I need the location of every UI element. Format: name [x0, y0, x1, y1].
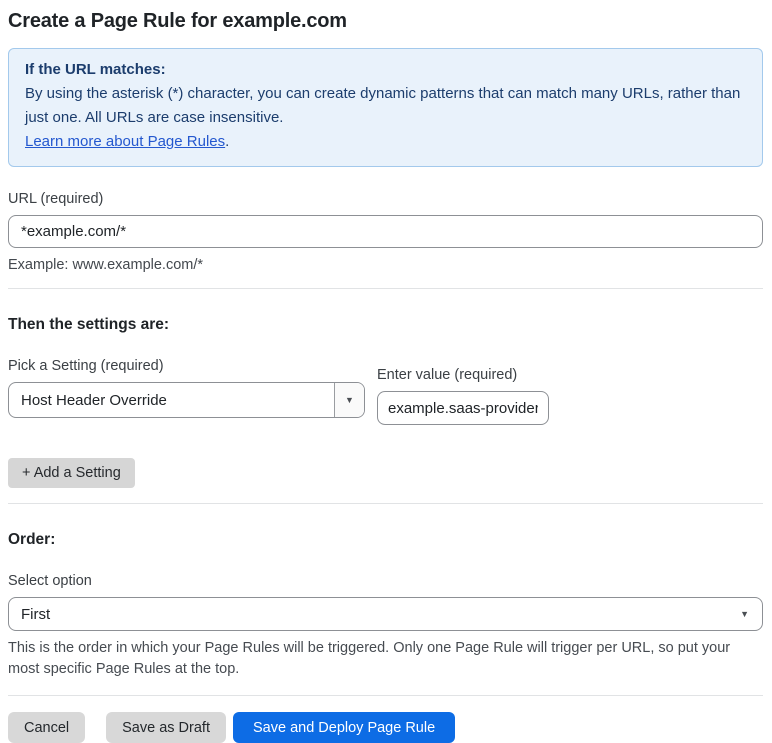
url-matches-info-box: If the URL matches: By using the asteris… [8, 48, 763, 167]
url-field-label: URL (required) [8, 191, 104, 207]
enter-value-label: Enter value (required) [377, 367, 518, 383]
pick-setting-column: Pick a Setting (required) Host Header Ov… [8, 358, 365, 418]
setting-select-value: Host Header Override [21, 391, 167, 409]
divider [8, 288, 763, 289]
info-box-link-line: Learn more about Page Rules. [25, 130, 746, 154]
enter-value-column: Enter value (required) [377, 367, 549, 425]
create-page-rule-form: Create a Page Rule for example.com If th… [0, 0, 772, 743]
order-section-heading: Order: [8, 531, 56, 548]
setting-value-input[interactable] [377, 391, 549, 425]
order-select-label: Select option [8, 573, 92, 589]
settings-row: Pick a Setting (required) Host Header Ov… [8, 358, 763, 425]
settings-section-heading: Then the settings are: [8, 316, 170, 333]
page-title: Create a Page Rule for example.com [8, 10, 347, 32]
pick-setting-label: Pick a Setting (required) [8, 358, 164, 374]
footer-actions: Cancel Save as Draft Save and Deploy Pag… [8, 712, 763, 743]
save-deploy-button[interactable]: Save and Deploy Page Rule [232, 712, 456, 743]
divider [8, 695, 763, 696]
save-draft-button[interactable]: Save as Draft [106, 712, 226, 743]
url-example-helper: Example: www.example.com/* [8, 257, 204, 273]
order-helper-text: This is the order in which your Page Rul… [8, 640, 731, 677]
info-box-body: By using the asterisk (*) character, you… [25, 85, 741, 126]
info-box-heading: If the URL matches: [25, 61, 166, 78]
cancel-button[interactable]: Cancel [8, 712, 86, 743]
order-select-value: First [21, 605, 51, 623]
learn-more-link[interactable]: Learn more about Page Rules [25, 133, 225, 150]
setting-select[interactable]: Host Header Override ▼ [8, 382, 365, 418]
setting-select-arrow-cell[interactable]: ▼ [334, 383, 364, 417]
divider [8, 503, 763, 504]
order-select[interactable]: First ▼ [8, 597, 763, 631]
link-suffix: . [225, 133, 230, 150]
chevron-down-icon: ▼ [345, 394, 354, 405]
chevron-down-icon: ▼ [740, 608, 749, 619]
add-setting-button[interactable]: + Add a Setting [8, 458, 135, 488]
url-input[interactable] [8, 215, 763, 248]
